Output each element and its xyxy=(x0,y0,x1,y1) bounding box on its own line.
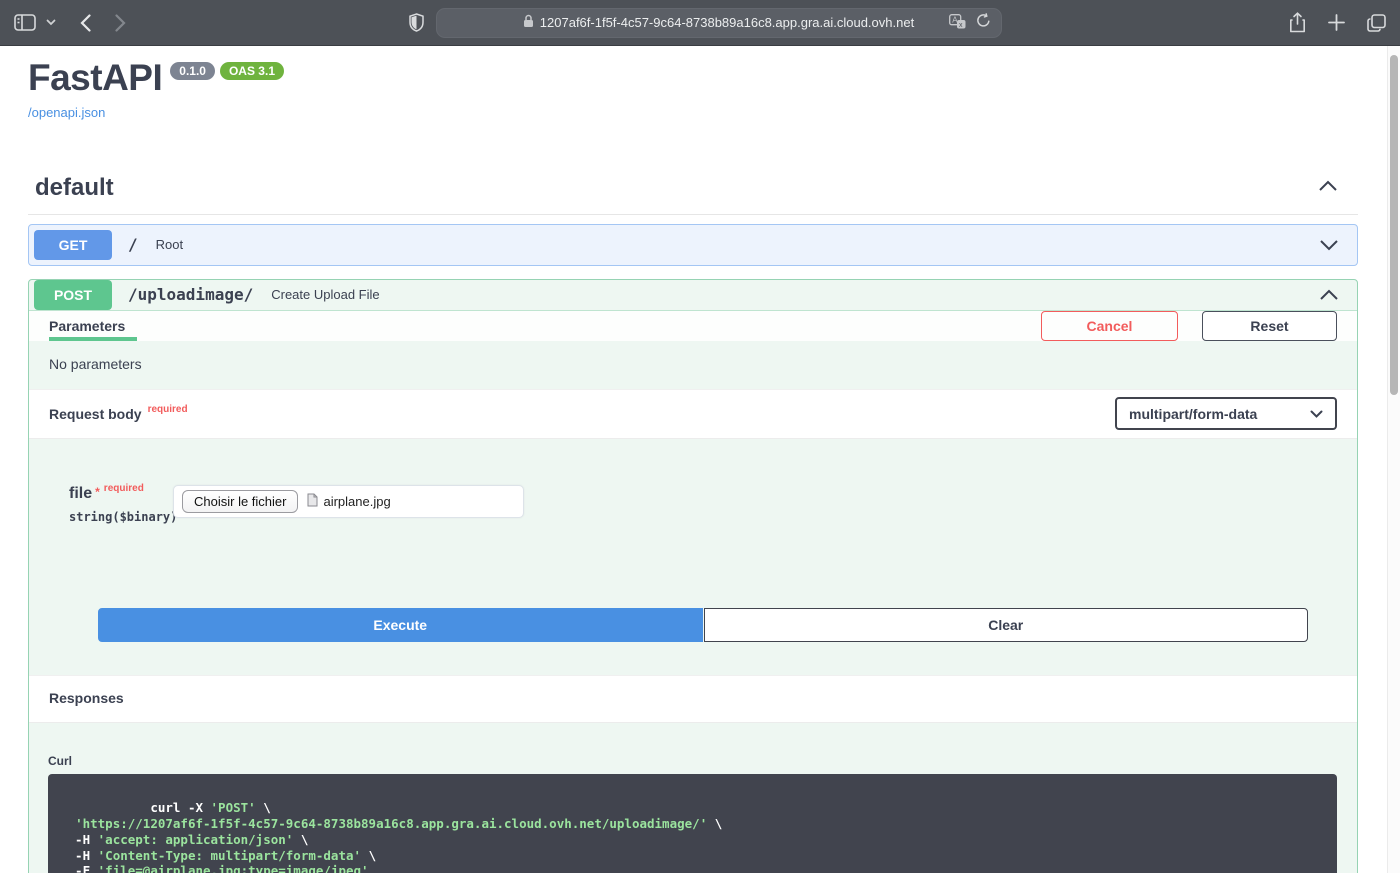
url-text: 1207af6f-1f5f-4c57-9c64-8738b89a16c8.app… xyxy=(540,15,914,30)
content-type-select[interactable]: multipart/form-data xyxy=(1115,397,1337,430)
curl-command-block: curl -X 'POST' \ 'https://1207af6f-1f5f-… xyxy=(48,774,1337,873)
forward-button-icon[interactable] xyxy=(115,14,126,32)
new-tab-icon[interactable] xyxy=(1328,14,1345,31)
curl-label: Curl xyxy=(48,754,1337,768)
post-method-badge: POST xyxy=(34,280,112,310)
tag-section-default[interactable]: default xyxy=(28,174,1358,215)
request-body-label: Request body xyxy=(49,406,142,422)
file-param-type: string($binary) xyxy=(69,510,173,524)
file-param-name: file xyxy=(69,485,92,502)
oas-badge: OAS 3.1 xyxy=(220,62,284,80)
content-type-value: multipart/form-data xyxy=(1129,406,1257,422)
tabs-overview-icon[interactable] xyxy=(1367,14,1386,32)
no-parameters-text: No parameters xyxy=(29,341,1357,389)
execute-button[interactable]: Execute xyxy=(98,608,703,642)
back-button-icon[interactable] xyxy=(80,14,91,32)
opblock-get-root[interactable]: GET / Root xyxy=(28,224,1358,266)
reload-icon[interactable] xyxy=(976,13,991,32)
request-body-required-flag: required xyxy=(148,404,188,415)
page-title: FastAPI xyxy=(28,58,162,99)
sidebar-dropdown-chevron-icon[interactable] xyxy=(46,19,56,26)
page-content: FastAPI 0.1.0 OAS 3.1 /openapi.json defa… xyxy=(0,46,1400,873)
chevron-up-icon[interactable] xyxy=(1319,289,1339,301)
translate-icon[interactable]: Ax xyxy=(949,14,966,32)
opblock-post-uploadimage: POST /uploadimage/ Create Upload File Pa… xyxy=(28,279,1358,873)
tab-parameters[interactable]: Parameters xyxy=(49,311,125,341)
responses-label: Responses xyxy=(49,690,124,706)
choose-file-button[interactable]: Choisir le fichier xyxy=(182,490,298,513)
get-method-badge: GET xyxy=(34,230,112,260)
lock-icon xyxy=(523,14,534,31)
file-param-star: * xyxy=(95,485,100,499)
sidebar-toggle-icon[interactable] xyxy=(14,14,36,31)
post-path: /uploadimage/ xyxy=(128,285,253,304)
tag-section-title: default xyxy=(35,174,114,202)
privacy-shield-icon[interactable] xyxy=(409,13,424,32)
parameters-section-header: Parameters Cancel Reset xyxy=(29,311,1357,341)
selected-file-name: airplane.jpg xyxy=(323,494,390,509)
file-param-required: required xyxy=(104,483,144,494)
file-input[interactable]: Choisir le fichier airplane.jpg xyxy=(173,485,524,518)
reset-button[interactable]: Reset xyxy=(1202,311,1337,341)
share-icon[interactable] xyxy=(1289,12,1306,33)
clear-button[interactable]: Clear xyxy=(704,608,1309,642)
curl-command-text: curl -X 'POST' \ 'https://1207af6f-1f5f-… xyxy=(60,800,722,873)
openapi-spec-link[interactable]: /openapi.json xyxy=(28,105,105,120)
version-badge: 0.1.0 xyxy=(170,62,215,80)
scrollbar-thumb[interactable] xyxy=(1390,55,1398,395)
browser-toolbar: 1207af6f-1f5f-4c57-9c64-8738b89a16c8.app… xyxy=(0,0,1400,46)
svg-text:x: x xyxy=(959,21,963,28)
get-summary: Root xyxy=(156,237,183,252)
page-scrollbar[interactable] xyxy=(1387,46,1400,873)
chevron-up-icon[interactable] xyxy=(1318,179,1338,197)
file-document-icon xyxy=(307,493,318,510)
chevron-down-icon xyxy=(1310,410,1323,418)
address-bar[interactable]: 1207af6f-1f5f-4c57-9c64-8738b89a16c8.app… xyxy=(436,8,1002,38)
post-opblock-header[interactable]: POST /uploadimage/ Create Upload File xyxy=(29,280,1357,311)
post-summary: Create Upload File xyxy=(271,287,379,302)
responses-section-header: Responses xyxy=(29,675,1357,723)
chevron-down-icon[interactable] xyxy=(1319,239,1339,251)
request-body-section-header: Request body required multipart/form-dat… xyxy=(29,389,1357,439)
get-path: / xyxy=(128,235,138,254)
cancel-button[interactable]: Cancel xyxy=(1041,311,1178,341)
